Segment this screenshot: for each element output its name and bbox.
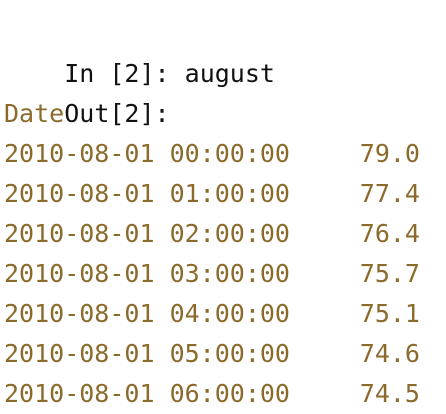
data-row: 2010-08-01 01:00:00 77.4 xyxy=(4,174,420,214)
row-datetime: 2010-08-01 01:00:00 xyxy=(4,179,290,208)
row-datetime: 2010-08-01 03:00:00 xyxy=(4,259,290,288)
row-value: 75.7 xyxy=(359,259,420,288)
row-datetime: 2010-08-01 06:00:00 xyxy=(4,379,290,408)
row-value: 75.1 xyxy=(359,299,420,328)
row-datetime: 2010-08-01 00:00:00 xyxy=(4,139,290,168)
data-row: 2010-08-01 00:00:00 79.0 xyxy=(4,134,420,174)
data-row: 2010-08-01 02:00:00 76.4 xyxy=(4,214,420,254)
row-value: 74.5 xyxy=(359,379,420,408)
input-line[interactable]: In [2]: august xyxy=(4,14,442,88)
row-value: 76.4 xyxy=(359,219,420,248)
row-datetime: 2010-08-01 05:00:00 xyxy=(4,339,290,368)
data-row: 2010-08-01 06:00:00 74.5 xyxy=(4,374,420,414)
data-row: 2010-08-01 03:00:00 75.7 xyxy=(4,254,420,294)
data-row: 2010-08-01 05:00:00 74.6 xyxy=(4,334,420,374)
output-prompt: Out[2]: xyxy=(64,99,170,128)
row-value: 77.4 xyxy=(359,179,420,208)
input-prompt: In [2]: xyxy=(64,59,185,88)
data-row: 2010-08-01 04:00:00 75.1 xyxy=(4,294,420,334)
row-datetime: 2010-08-01 02:00:00 xyxy=(4,219,290,248)
row-datetime: 2010-08-01 04:00:00 xyxy=(4,299,290,328)
console-output: In [2]: august Out[2]: Date 2010-08-01 0… xyxy=(4,14,442,414)
row-value: 74.6 xyxy=(359,339,420,368)
row-value: 79.0 xyxy=(359,139,420,168)
input-command: august xyxy=(184,59,275,88)
